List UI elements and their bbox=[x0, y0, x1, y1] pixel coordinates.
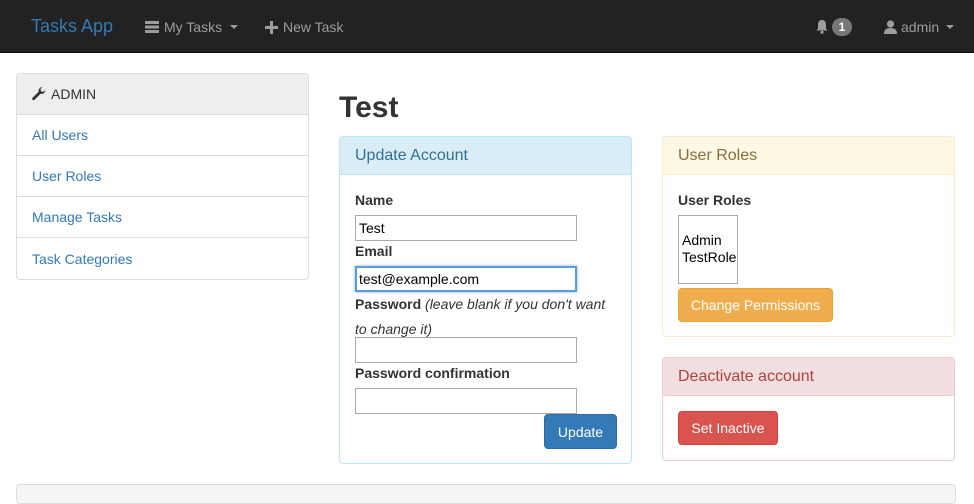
my-tasks-label: My Tasks bbox=[164, 19, 223, 35]
page-title: Test bbox=[339, 91, 399, 124]
update-button[interactable]: Update bbox=[544, 414, 617, 449]
user-roles-panel: User Roles User Roles Admin TestRole Cha… bbox=[662, 136, 955, 337]
top-navbar: Tasks App My Tasks New Task 1 admin bbox=[0, 0, 974, 53]
password-confirm-field[interactable] bbox=[355, 388, 577, 414]
user-roles-heading: User Roles bbox=[663, 137, 954, 175]
list-icon bbox=[145, 21, 159, 33]
password-confirm-label: Password confirmation bbox=[355, 365, 510, 381]
admin-sidebar: ADMIN All Users User Roles Manage Tasks … bbox=[16, 73, 309, 280]
update-account-panel: Update Account Name Email Password (leav… bbox=[339, 136, 632, 464]
sidebar-item-label: User Roles bbox=[32, 168, 102, 184]
sidebar-heading: ADMIN bbox=[17, 74, 308, 115]
name-label: Name bbox=[355, 192, 394, 208]
my-tasks-dropdown[interactable]: My Tasks bbox=[145, 17, 239, 37]
sidebar-item-all-users[interactable]: All Users bbox=[17, 115, 308, 156]
caret-down-icon bbox=[946, 25, 955, 29]
email-field[interactable] bbox=[355, 266, 577, 292]
brand-link[interactable]: Tasks App bbox=[31, 15, 113, 37]
name-field[interactable] bbox=[355, 215, 577, 241]
user-name: admin bbox=[901, 19, 940, 35]
user-roles-label: User Roles bbox=[678, 192, 752, 208]
plus-icon bbox=[265, 20, 278, 34]
user-icon bbox=[884, 20, 897, 34]
notifications-button[interactable]: 1 bbox=[816, 17, 852, 37]
email-label: Email bbox=[355, 243, 393, 259]
password-field[interactable] bbox=[355, 337, 577, 363]
deactivate-account-panel: Deactivate account Set Inactive bbox=[662, 357, 955, 461]
update-account-heading: Update Account bbox=[340, 137, 631, 175]
sidebar-item-label: Manage Tasks bbox=[32, 209, 123, 225]
password-label-text: Password bbox=[355, 296, 422, 312]
wrench-icon bbox=[32, 87, 46, 101]
bell-icon bbox=[816, 20, 828, 34]
password-label: Password (leave blank if you don't want … bbox=[355, 292, 617, 342]
sidebar-item-label: Task Categories bbox=[32, 250, 133, 267]
role-option[interactable]: TestRole bbox=[679, 249, 737, 266]
change-permissions-button[interactable]: Change Permissions bbox=[678, 288, 833, 322]
set-inactive-button[interactable]: Set Inactive bbox=[678, 411, 778, 445]
footer-panel bbox=[16, 484, 956, 504]
deactivate-account-heading: Deactivate account bbox=[663, 358, 954, 396]
user-roles-listbox[interactable]: Admin TestRole bbox=[678, 215, 738, 284]
new-task-link[interactable]: New Task bbox=[265, 17, 343, 37]
sidebar-item-manage-tasks[interactable]: Manage Tasks bbox=[17, 197, 308, 238]
caret-down-icon bbox=[230, 25, 239, 29]
new-task-label: New Task bbox=[283, 19, 344, 35]
sidebar-item-task-categories[interactable]: Task Categories bbox=[17, 238, 308, 279]
sidebar-item-user-roles[interactable]: User Roles bbox=[17, 156, 308, 197]
sidebar-heading-label: ADMIN bbox=[51, 86, 97, 102]
role-option[interactable]: Admin bbox=[679, 232, 737, 249]
notification-badge: 1 bbox=[832, 18, 852, 36]
user-dropdown[interactable]: admin bbox=[884, 17, 955, 37]
sidebar-item-label: All Users bbox=[32, 127, 89, 143]
